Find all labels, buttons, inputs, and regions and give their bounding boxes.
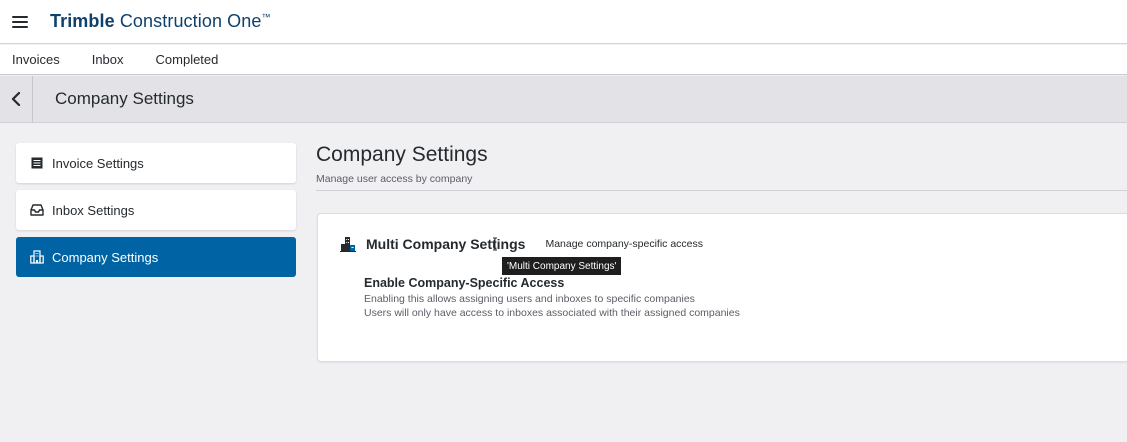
main-content: Company Settings Manage user access by c… [316, 143, 1127, 191]
building-icon [30, 250, 44, 264]
divider [316, 190, 1127, 191]
company-specific-access-setting: Enable Company-Specific Access Enabling … [364, 276, 740, 319]
company-settings-icon [340, 237, 356, 252]
sidebar-item-label: Company Settings [52, 249, 159, 265]
setting-description-line: Users will only have access to inboxes a… [364, 307, 740, 319]
brand-name-light: Construction One [114, 11, 262, 31]
section-title: Company Settings [316, 143, 488, 166]
sidebar-item-invoice-settings[interactable]: Invoice Settings [16, 143, 296, 183]
tab-completed[interactable]: Completed [156, 52, 219, 67]
setting-description-line: Enabling this allows assigning users and… [364, 293, 695, 305]
tab-invoices[interactable]: Invoices [12, 52, 60, 67]
multi-company-settings-card: Multi Company Settings Manage company-sp… [317, 213, 1127, 362]
trademark: ™ [261, 12, 271, 22]
list-icon [30, 156, 44, 170]
card-header: Multi Company Settings Manage company-sp… [340, 236, 703, 252]
card-title: Multi Company Settings [366, 236, 526, 252]
nav-tabs: Invoices Inbox Completed [0, 45, 1127, 75]
page-title: Company Settings [55, 89, 194, 108]
sidebar-item-inbox-settings[interactable]: Inbox Settings [16, 190, 296, 230]
setting-title: Enable Company-Specific Access [364, 276, 565, 290]
brand-name-bold: Trimble [50, 11, 115, 31]
inbox-icon [30, 203, 44, 217]
settings-side-menu: Invoice Settings Inbox Settings Company … [16, 143, 296, 284]
back-button[interactable] [0, 75, 33, 123]
chevron-left-icon [11, 92, 21, 106]
sidebar-item-company-settings[interactable]: Company Settings [16, 237, 296, 277]
text-cursor-icon [493, 237, 497, 251]
section-subtitle: Manage user access by company [316, 173, 473, 185]
sidebar-item-label: Invoice Settings [52, 155, 144, 171]
hamburger-menu-icon[interactable] [12, 15, 28, 28]
tooltip: 'Multi Company Settings' [502, 257, 622, 275]
card-description: Manage company-specific access [545, 238, 704, 250]
app-logo[interactable]: Trimble Construction One™ [50, 11, 271, 32]
app-header: Trimble Construction One™ [0, 0, 1127, 44]
sidebar-item-label: Inbox Settings [52, 202, 135, 218]
page-header: Company Settings [0, 75, 1127, 123]
tab-inbox[interactable]: Inbox [92, 52, 124, 67]
